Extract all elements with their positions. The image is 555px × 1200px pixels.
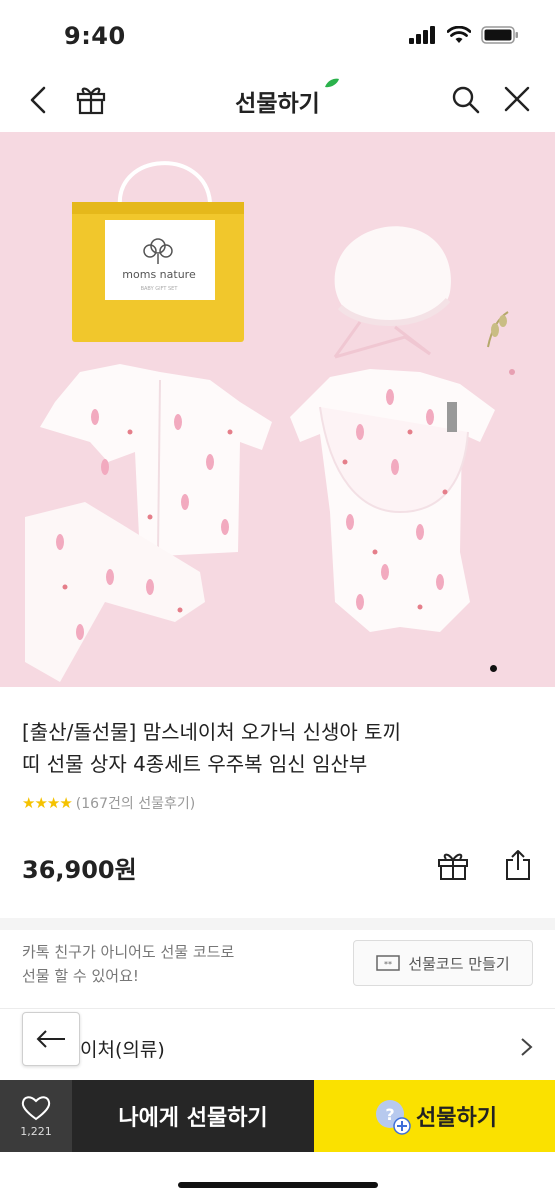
home-indicator[interactable] <box>178 1182 378 1188</box>
rating-stars: ★★★★ <box>22 794 73 812</box>
carousel-indicator-dot[interactable] <box>490 665 497 672</box>
brand-logo-text: moms nature <box>122 268 196 281</box>
gift-code-promo: 카톡 친구가 아니어도 선물 코드로 선물 할 수 있어요! <box>22 940 234 988</box>
heart-icon <box>21 1095 51 1120</box>
floating-back-button[interactable] <box>22 1012 80 1066</box>
product-price: 36,900원 <box>22 856 137 884</box>
svg-text:**: ** <box>384 960 392 969</box>
product-title-line2: 띠 선물 상자 4종세트 우주복 임신 임산부 <box>22 752 368 776</box>
status-time: 9:40 <box>64 22 126 50</box>
wishlist-gift-icon[interactable] <box>436 848 470 882</box>
svg-text:?: ? <box>385 1105 394 1124</box>
rating-row[interactable]: ★★★★ (167건의 선물후기) <box>22 793 195 813</box>
chevron-right-icon <box>521 1038 533 1056</box>
thin-divider <box>0 1008 555 1009</box>
gift-to-friend-button[interactable]: ? 선물하기 <box>314 1080 555 1152</box>
product-title-line1: [출산/돌선물] 맘스네이처 오가닉 신생아 토끼 <box>22 720 401 744</box>
section-divider <box>0 918 555 930</box>
close-icon[interactable] <box>502 84 532 114</box>
product-image[interactable]: moms nature BABY GIFT SET <box>0 132 555 687</box>
share-icon[interactable] <box>501 848 535 882</box>
leaf-logo-icon <box>325 78 339 88</box>
create-gift-code-button[interactable]: ** 선물코드 만들기 <box>353 940 533 986</box>
promo-line2: 선물 할 수 있어요! <box>22 967 139 985</box>
ticket-icon: ** <box>376 955 401 971</box>
bottom-action-bar: 1,221 나에게 선물하기 ? 선물하기 <box>0 1080 555 1152</box>
brand-row[interactable]: 이처(의류) <box>0 1010 555 1080</box>
create-gift-code-label: 선물코드 만들기 <box>408 954 510 973</box>
cellular-signal-icon <box>409 26 435 44</box>
status-icons <box>409 26 519 44</box>
like-count: 1,221 <box>20 1124 52 1138</box>
brand-name: 이처(의류) <box>80 1039 165 1061</box>
product-title: [출산/돌선물] 맘스네이처 오가닉 신생아 토끼 띠 선물 상자 4종세트 우… <box>22 716 537 780</box>
gift-to-friend-label: 선물하기 <box>416 1106 497 1131</box>
search-icon[interactable] <box>450 84 482 116</box>
nav-bar: 선물하기 <box>0 72 555 130</box>
wifi-icon <box>447 26 471 43</box>
battery-icon <box>481 26 518 44</box>
friend-add-icon: ? <box>376 1100 411 1135</box>
promo-line1: 카톡 친구가 아니어도 선물 코드로 <box>22 943 235 961</box>
status-bar: 9:40 <box>0 0 555 72</box>
brand-logo-subtext: BABY GIFT SET <box>141 286 179 292</box>
gift-to-me-button[interactable]: 나에게 선물하기 <box>72 1080 314 1152</box>
review-count[interactable]: (167건의 선물후기) <box>76 793 195 813</box>
gift-to-me-label: 나에게 선물하기 <box>118 1106 268 1131</box>
arrow-left-icon <box>36 1030 65 1048</box>
like-button[interactable]: 1,221 <box>0 1080 72 1152</box>
product-illustration: moms nature BABY GIFT SET <box>25 161 515 682</box>
